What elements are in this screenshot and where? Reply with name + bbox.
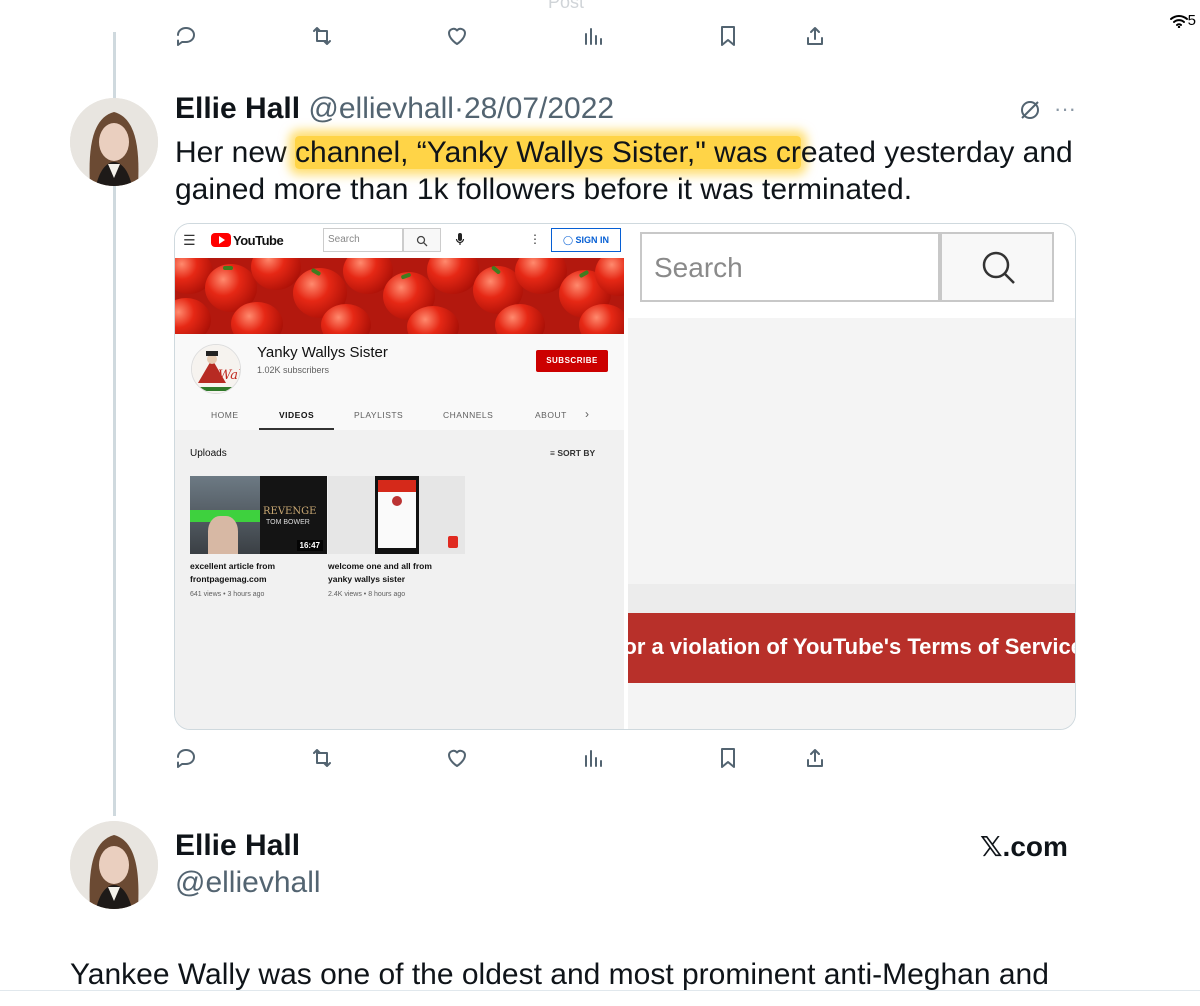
- sign-in-button: ◯ SIGN IN: [551, 228, 621, 252]
- sort-by-label: SORT BY: [557, 448, 596, 458]
- video-title: excellent article from frontpagemag.com: [190, 561, 276, 584]
- views-icon[interactable]: [581, 746, 607, 772]
- youtube-logo: YouTube: [211, 232, 284, 248]
- uploads-label: Uploads: [190, 448, 227, 459]
- active-tab-underline: [259, 428, 334, 430]
- channel-avatar: Wales: [191, 344, 241, 394]
- author-name[interactable]: Ellie Hall: [175, 92, 300, 125]
- channel-name: Yanky Wallys Sister: [257, 344, 388, 361]
- repost-icon[interactable]: [310, 24, 336, 50]
- quote-author-handle[interactable]: @ellievhall: [175, 866, 321, 900]
- thumbnail-book-author: TOM BOWER: [266, 519, 310, 526]
- subscriber-count: 1.02K subscribers: [257, 365, 330, 375]
- tab-videos: VIDEOS: [279, 410, 315, 420]
- tweet-date[interactable]: 28/07/2022: [464, 92, 614, 125]
- search-icon: [403, 228, 441, 252]
- avatar[interactable]: [70, 98, 158, 186]
- tweet-header: Ellie Hall @ellievhall·28/07/2022: [175, 92, 614, 126]
- video-meta: 641 views • 3 hours ago: [190, 591, 265, 598]
- sign-in-label: SIGN IN: [575, 235, 610, 245]
- author-handle[interactable]: @ellievhall: [308, 92, 454, 125]
- thumbnail-book-title: REVENGE: [263, 506, 317, 517]
- channel-tabs: HOME VIDEOS PLAYLISTS CHANNELS ABOUT ›: [175, 400, 624, 430]
- like-icon[interactable]: [445, 746, 471, 772]
- reply-icon[interactable]: [174, 746, 200, 772]
- terminated-search-bar: Search: [628, 224, 1075, 318]
- tweet-text-start: Her new: [175, 136, 296, 169]
- youtube-channel-screenshot: ☰ YouTube Search ⋮ ◯ SIGN IN Wa Yanky Wa…: [175, 224, 624, 729]
- more-icon[interactable]: ···: [1054, 96, 1076, 122]
- termination-message: or a violation of YouTube's Terms of Ser…: [628, 634, 1076, 659]
- termination-banner: or a violation of YouTube's Terms of Ser…: [628, 613, 1076, 683]
- status-bar: 5: [1169, 12, 1196, 29]
- video-title: welcome one and all from yanky wallys si…: [328, 561, 432, 584]
- youtube-topbar: ☰ YouTube Search ⋮ ◯ SIGN IN: [175, 224, 624, 258]
- x-logo-icon: 𝕏.com: [980, 831, 1068, 862]
- quote-author-name[interactable]: Ellie Hall: [175, 829, 300, 863]
- menu-icon: ☰: [183, 232, 196, 248]
- youtube-search-input: Search: [323, 228, 403, 252]
- terminated-search-input: Search: [640, 232, 940, 302]
- like-icon[interactable]: [445, 24, 471, 50]
- views-icon[interactable]: [581, 24, 607, 50]
- tweet-text: Her new channel, “Yanky Wallys Sister," …: [175, 134, 1075, 208]
- grok-icon[interactable]: [1018, 98, 1042, 128]
- tab-playlists: PLAYLISTS: [354, 410, 404, 420]
- avatar-photo: [70, 821, 158, 909]
- action-row: [174, 746, 834, 776]
- share-icon[interactable]: [803, 746, 829, 772]
- tab-about: ABOUT: [535, 410, 567, 420]
- bookmark-icon[interactable]: [716, 746, 742, 772]
- video-duration: 16:47: [296, 540, 323, 551]
- battery-level: 5: [1187, 12, 1196, 29]
- quote-avatar[interactable]: [70, 821, 158, 909]
- sort-icon: ≡: [550, 448, 555, 458]
- subscribe-button: SUBSCRIBE: [536, 350, 608, 372]
- sort-by-button: ≡ SORT BY: [550, 448, 595, 458]
- channel-avatar-text: Wales: [218, 368, 241, 383]
- header-separator: ·: [453, 92, 464, 125]
- terminated-panel-strip: [628, 584, 1075, 613]
- kebab-icon: ⋮: [529, 232, 541, 246]
- action-row-previous: [174, 24, 834, 54]
- reply-icon[interactable]: [174, 24, 200, 50]
- mic-icon: [455, 232, 465, 249]
- bookmark-icon[interactable]: [716, 24, 742, 50]
- avatar-photo: [70, 98, 158, 186]
- faded-header-text: Post: [548, 0, 585, 12]
- youtube-logo-text: YouTube: [233, 232, 284, 248]
- search-icon: [940, 232, 1054, 302]
- repost-icon[interactable]: [310, 746, 336, 772]
- channel-banner-tomatoes: [175, 258, 624, 334]
- video-thumbnail: [328, 476, 465, 554]
- tweet-media[interactable]: ☰ YouTube Search ⋮ ◯ SIGN IN Wa Yanky Wa…: [174, 223, 1076, 730]
- bottom-divider: [0, 990, 1200, 991]
- wifi-icon: [1169, 15, 1188, 29]
- tab-channels: CHANNELS: [443, 410, 494, 420]
- video-meta: 2.4K views • 8 hours ago: [328, 591, 406, 598]
- video-thumbnail: REVENGE TOM BOWER 16:47: [190, 476, 327, 554]
- channel-header: Wales Yanky Wallys Sister 1.02K subscrib…: [175, 334, 624, 430]
- youtube-terminated-screenshot: Search or a violation of YouTube's Terms…: [628, 224, 1076, 729]
- chevron-right-icon: ›: [585, 407, 590, 421]
- tab-home: HOME: [211, 410, 239, 420]
- quote-text: Yankee Wally was one of the oldest and m…: [70, 958, 1049, 991]
- highlighted-text: channel, “Yanky Wallys Sister," was cr: [295, 136, 801, 169]
- share-icon[interactable]: [803, 24, 829, 50]
